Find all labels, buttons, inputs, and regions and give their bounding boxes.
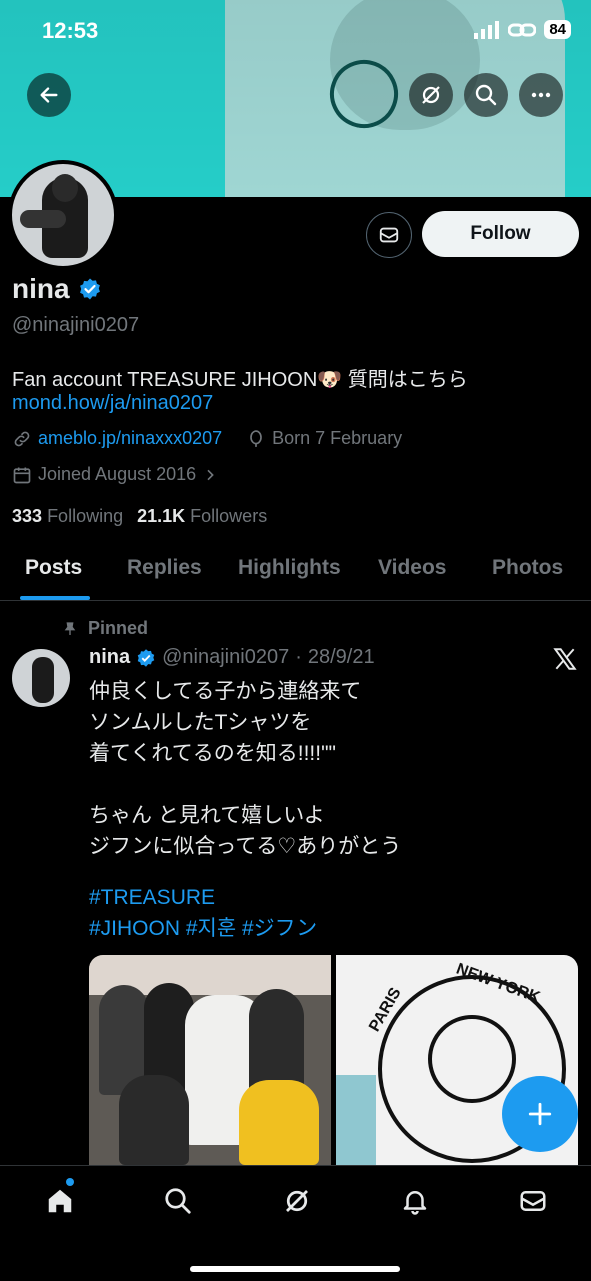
bottom-navigation [0,1165,591,1281]
grok-button[interactable] [409,73,453,117]
grok-icon [422,86,440,104]
post-author-avatar[interactable] [12,649,70,707]
post-author-name[interactable]: nina [89,646,130,669]
nav-grok[interactable] [280,1184,314,1218]
home-notification-dot [66,1178,74,1186]
link-icon [14,431,30,446]
search-icon [165,1188,191,1214]
profile-name-row: nina [12,273,102,305]
birthday: Born 7 February [272,428,403,448]
tab-posts[interactable]: Posts [25,556,82,580]
mail-icon [520,1191,546,1211]
pin-icon [64,621,76,635]
search-button[interactable] [464,73,508,117]
more-button[interactable] [519,73,563,117]
nav-search[interactable] [161,1184,195,1218]
status-indicators: 84 [474,20,571,39]
post-image-1[interactable] [89,955,331,1165]
post-date[interactable]: 28/9/21 [308,646,375,669]
pinned-label: Pinned [88,618,149,638]
profile-meta-row-1: ameblo.jp/ninaxxx0207 Born 7 February [12,428,402,449]
nav-messages[interactable] [516,1184,550,1218]
plus-icon [528,1102,552,1126]
profile-tabs: Posts Replies Highlights Videos Photos [0,540,591,601]
mail-icon [379,227,399,243]
hashtag-line-1[interactable]: #TREASURE [89,882,317,913]
tab-replies[interactable]: Replies [127,556,202,580]
bio-link[interactable]: mond.how/ja/nina0207 [12,392,213,415]
home-indicator [190,1266,400,1272]
active-tab-indicator [20,596,90,600]
balloon-icon [250,429,262,447]
profile-avatar[interactable] [8,160,118,270]
website-link[interactable]: ameblo.jp/ninaxxx0207 [38,428,222,449]
back-button[interactable] [27,73,71,117]
verified-badge-icon[interactable] [78,277,102,301]
post-hashtags: #TREASURE #JIHOON #지훈 #ジフン [89,882,317,944]
nav-home[interactable] [43,1184,77,1218]
status-time: 12:53 [42,18,99,43]
bell-icon [403,1191,427,1215]
tab-videos[interactable]: Videos [378,556,446,580]
grok-icon [286,1190,308,1212]
compose-button[interactable] [502,1076,578,1152]
verified-badge-icon [137,648,155,667]
post-separator: · [295,646,302,668]
follow-button[interactable]: Follow [422,211,579,257]
chevron-right-icon[interactable] [202,467,218,483]
profile-meta-row-2: Joined August 2016 [12,464,218,485]
search-icon [475,84,497,106]
follow-stats: 333 Following 21.1K Followers [12,506,267,527]
tab-highlights[interactable]: Highlights [238,556,341,580]
post-author-handle[interactable]: @ninajini0207 [162,646,289,669]
calendar-icon [13,467,31,483]
nav-notifications[interactable] [398,1184,432,1218]
message-button[interactable] [366,212,412,258]
link-status-icon [508,23,537,36]
profile-handle: @ninajini0207 [12,314,140,336]
x-logo-icon [552,646,578,677]
profile-name: nina [12,273,70,304]
tab-photos[interactable]: Photos [492,556,563,580]
pinned-label-row: Pinned [62,618,148,639]
joined-date: Joined August 2016 [38,464,197,484]
post-text: 仲良くしてる子から連絡来て ソンムルしたTシャツを 着てくれてるのを知る!!!!… [89,680,402,858]
battery-level: 84 [544,20,571,39]
post-header: nina @ninajini0207 · 28/9/21 [89,646,375,669]
hashtag-line-2[interactable]: #JIHOON #지훈 #ジフン [89,913,317,944]
arrow-left-icon [40,87,58,103]
following-stat[interactable]: 333 Following [12,506,123,527]
followers-stat[interactable]: 21.1K Followers [137,506,267,527]
home-icon [48,1189,72,1213]
profile-bio: Fan account TREASURE JIHOON🐶 質問はこちら [12,369,468,391]
more-icon [531,92,551,98]
signal-icon [474,20,500,39]
